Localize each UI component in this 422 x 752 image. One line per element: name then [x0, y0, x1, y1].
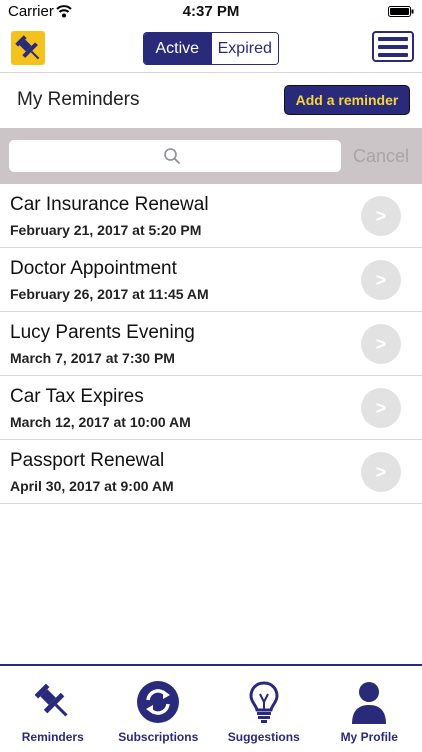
lightbulb-icon — [242, 680, 286, 724]
list-item[interactable]: Passport Renewal April 30, 2017 at 9:00 … — [0, 440, 422, 504]
list-item[interactable]: Car Tax Expires March 12, 2017 at 10:00 … — [0, 376, 422, 440]
tab-label: Reminders — [0, 730, 106, 744]
search-input[interactable] — [9, 140, 341, 172]
pushpin-icon — [31, 680, 75, 724]
reminder-title: Passport Renewal — [10, 450, 164, 472]
status-time: 4:37 PM — [0, 3, 422, 20]
reminder-list: Car Insurance Renewal February 21, 2017 … — [0, 184, 422, 504]
title-row: My Reminders Add a reminder — [0, 73, 422, 128]
status-segmented-control: Active Expired — [143, 32, 279, 65]
search-bar: Cancel — [0, 128, 422, 184]
chevron-right-icon[interactable]: > — [361, 388, 401, 428]
reminder-title: Car Tax Expires — [10, 386, 144, 408]
hamburger-menu-button[interactable] — [372, 31, 414, 62]
list-item[interactable]: Doctor Appointment February 26, 2017 at … — [0, 248, 422, 312]
reminder-date: March 7, 2017 at 7:30 PM — [10, 350, 175, 366]
menu-bar-icon — [378, 37, 408, 41]
tab-label: Suggestions — [211, 730, 317, 744]
tab-bar: Reminders Subscriptions Suggestions My P… — [0, 664, 422, 752]
chevron-right-icon[interactable]: > — [361, 260, 401, 300]
reminder-date: February 21, 2017 at 5:20 PM — [10, 222, 201, 238]
app-logo[interactable] — [11, 31, 45, 65]
refresh-icon — [136, 680, 180, 724]
segment-expired[interactable]: Expired — [211, 33, 279, 64]
list-item[interactable]: Lucy Parents Evening March 7, 2017 at 7:… — [0, 312, 422, 376]
tab-suggestions[interactable]: Suggestions — [211, 666, 317, 752]
reminder-date: February 26, 2017 at 11:45 AM — [10, 286, 209, 302]
tab-label: My Profile — [317, 730, 422, 744]
tab-reminders[interactable]: Reminders — [0, 666, 106, 752]
reminder-title: Car Insurance Renewal — [10, 194, 209, 216]
chevron-right-icon[interactable]: > — [361, 196, 401, 236]
menu-bar-icon — [378, 53, 408, 57]
status-bar: Carrier 4:37 PM — [0, 0, 422, 24]
reminder-title: Doctor Appointment — [10, 258, 177, 280]
reminder-date: April 30, 2017 at 9:00 AM — [10, 478, 174, 494]
battery-icon — [388, 6, 414, 17]
tab-subscriptions[interactable]: Subscriptions — [106, 666, 212, 752]
tab-my-profile[interactable]: My Profile — [317, 666, 422, 752]
list-item[interactable]: Car Insurance Renewal February 21, 2017 … — [0, 184, 422, 248]
chevron-right-icon[interactable]: > — [361, 452, 401, 492]
segment-active[interactable]: Active — [144, 33, 211, 64]
chevron-right-icon[interactable]: > — [361, 324, 401, 364]
reminder-date: March 12, 2017 at 10:00 AM — [10, 414, 191, 430]
pushpin-icon — [11, 31, 45, 65]
page-title: My Reminders — [17, 89, 139, 111]
reminder-title: Lucy Parents Evening — [10, 322, 195, 344]
add-reminder-button[interactable]: Add a reminder — [284, 85, 410, 115]
person-icon — [347, 680, 391, 724]
search-cancel-button[interactable]: Cancel — [353, 146, 409, 167]
tab-label: Subscriptions — [106, 730, 212, 744]
nav-bar: Active Expired — [0, 24, 422, 73]
search-icon — [163, 147, 181, 165]
menu-bar-icon — [378, 45, 408, 49]
